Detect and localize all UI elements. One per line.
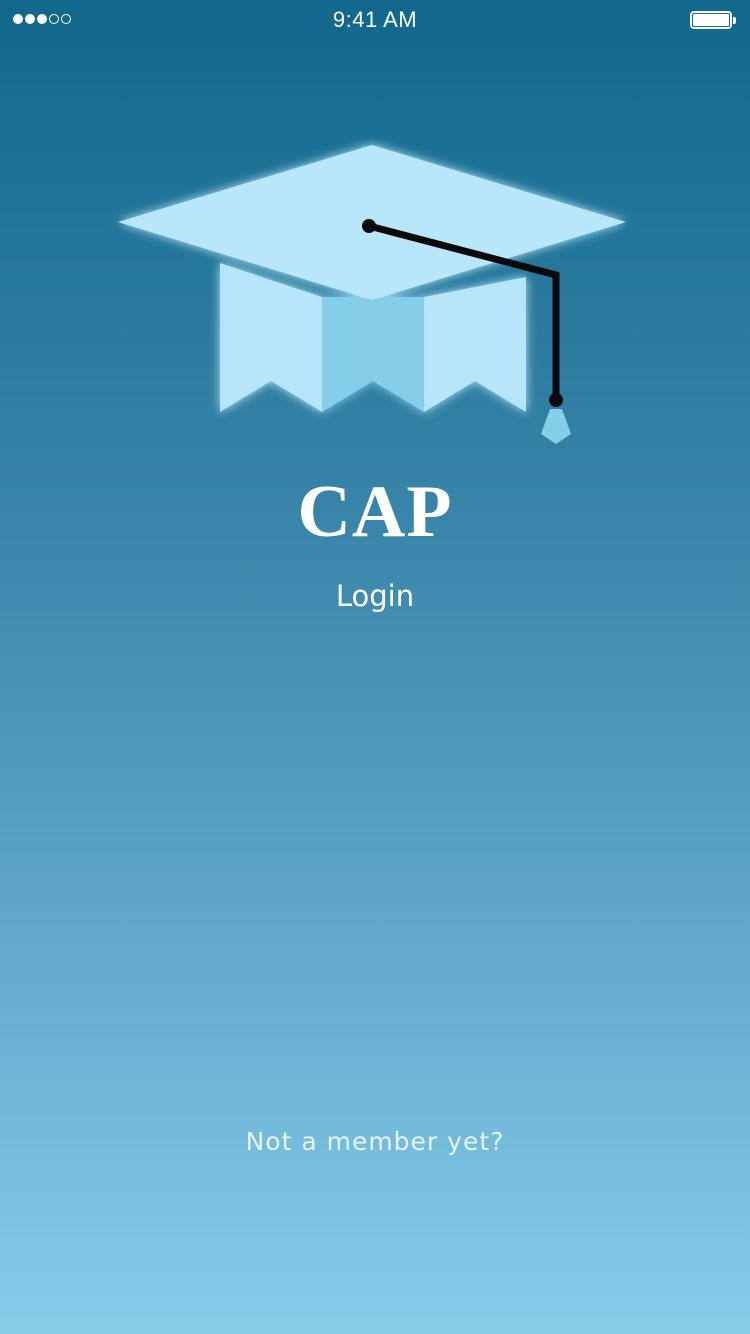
signup-link[interactable]: Not a member yet? (175, 1120, 575, 1164)
battery-icon (690, 11, 738, 29)
login-screen: 9:41 AM CAP Login Not a member yet? (0, 0, 750, 1334)
graduation-cap-icon (118, 145, 626, 444)
status-bar: 9:41 AM (0, 0, 750, 40)
app-title: CAP (297, 471, 453, 553)
status-time: 9:41 AM (332, 7, 418, 32)
login-button[interactable]: Login (275, 574, 475, 618)
